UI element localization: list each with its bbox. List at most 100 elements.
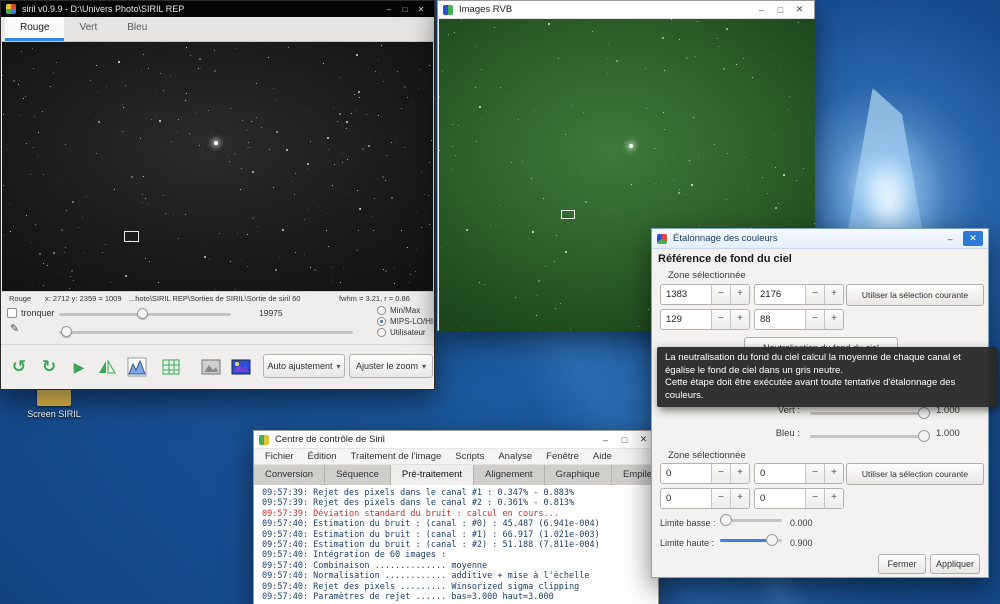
cc-tab-Pré-traitement[interactable]: Pré-traitement [390, 465, 475, 485]
fit-zoom-button[interactable]: Ajuster le zoom ▾ [349, 354, 433, 378]
use-current-selection-button-1[interactable]: Utiliser la sélection courante [846, 284, 984, 306]
display-controls: tronquer 19975 Min/Max MIPS-LO/HI Utilisat… [1, 304, 434, 344]
spin-minus-icon[interactable]: − [805, 285, 824, 304]
spin-plus-icon[interactable]: + [730, 285, 749, 304]
radio-MIPS-LO/HI[interactable]: MIPS-LO/HI [377, 316, 433, 327]
slider-knob[interactable] [918, 430, 930, 442]
cc-tab-Conversion[interactable]: Conversion [254, 465, 326, 485]
minimize-icon[interactable]: – [941, 234, 959, 244]
minimize-icon[interactable]: – [752, 5, 771, 15]
selection-rectangle[interactable] [124, 231, 139, 242]
maximize-icon[interactable]: □ [397, 5, 413, 14]
rvb-titlebar[interactable]: Images RVB – □ ✕ [438, 1, 814, 19]
close-button[interactable]: Fermer [878, 554, 926, 574]
spin-minus-icon[interactable]: − [711, 285, 730, 304]
wb-zone-w-spinbox: 0 − + [754, 463, 844, 484]
siril-main-window: siril v0.9.9 - D:\Univers Photo\SIRIL RE… [0, 0, 435, 390]
spin-plus-icon[interactable]: + [824, 489, 843, 508]
selection-rectangle[interactable] [561, 210, 575, 219]
menu-Scripts[interactable]: Scripts [448, 451, 491, 462]
slider-knob[interactable] [766, 534, 778, 546]
spin-minus-icon[interactable]: − [805, 489, 824, 508]
spin-plus-icon[interactable]: + [730, 464, 749, 483]
lo-level-slider[interactable] [59, 326, 353, 338]
grid-icon[interactable] [159, 355, 183, 379]
spin-plus-icon[interactable]: + [730, 489, 749, 508]
radio-Utilisateur[interactable]: Utilisateur [377, 327, 433, 338]
bg-zone-y-spinbox: 129 − + [660, 309, 750, 330]
display-mode-radios: Min/Max MIPS-LO/HI Utilisateur [377, 305, 433, 338]
slider-knob[interactable] [720, 514, 732, 526]
log-console[interactable]: 09:57:39: Rejet des pixels dans le canal… [254, 485, 658, 604]
flip-icon[interactable] [95, 355, 119, 379]
close-icon[interactable]: ✕ [790, 4, 809, 15]
log-line: 09:57:39: Rejet des pixels dans le canal… [262, 488, 575, 498]
color-image-icon[interactable] [229, 355, 253, 379]
high-limit-slider[interactable] [720, 534, 782, 547]
undo-icon[interactable]: ↺ [7, 355, 31, 379]
gray-image-icon[interactable] [199, 355, 223, 379]
redo-icon[interactable]: ↻ [37, 355, 61, 379]
truncate-checkbox[interactable]: tronquer [7, 308, 55, 318]
status-bar: Rouge x: 2712 y: 2359 = 1009 ...hoto\SIR… [1, 291, 434, 304]
spin-value[interactable]: 0 [755, 464, 805, 483]
spin-plus-icon[interactable]: + [824, 310, 843, 329]
spin-minus-icon[interactable]: − [805, 464, 824, 483]
minimize-icon[interactable]: – [381, 5, 397, 14]
histogram-icon[interactable] [125, 355, 149, 379]
spin-value[interactable]: 0 [755, 489, 805, 508]
cc-tab-Alignement[interactable]: Alignement [474, 465, 545, 485]
blue-slider[interactable] [810, 430, 930, 443]
dialog-titlebar[interactable]: Étalonnage des couleurs – ✕ [652, 229, 988, 249]
button-label: Appliquer [935, 559, 975, 569]
siril-titlebar[interactable]: siril v0.9.9 - D:\Univers Photo\SIRIL RE… [1, 1, 434, 17]
spin-plus-icon[interactable]: + [824, 285, 843, 304]
radio-Min/Max[interactable]: Min/Max [377, 305, 433, 316]
cc-titlebar[interactable]: Centre de contrôle de Siril – □ ✕ [254, 431, 658, 449]
cc-tab-Séquence[interactable]: Séquence [325, 465, 391, 485]
cc-tab-Graphique[interactable]: Graphique [544, 465, 612, 485]
slider-track [810, 435, 930, 438]
apply-button[interactable]: Appliquer [930, 554, 980, 574]
spin-value[interactable]: 1383 [661, 285, 711, 304]
spin-minus-icon[interactable]: − [711, 489, 730, 508]
green-slider[interactable] [810, 407, 930, 420]
wb-zone-y-spinbox: 0 − + [660, 488, 750, 509]
minimize-icon[interactable]: – [596, 435, 615, 445]
menu-Aide[interactable]: Aide [586, 451, 619, 462]
spin-minus-icon[interactable]: − [805, 310, 824, 329]
red-channel-image-canvas[interactable] [2, 42, 433, 291]
slider-knob[interactable] [137, 308, 148, 319]
spin-value[interactable]: 0 [661, 464, 711, 483]
menu-Analyse[interactable]: Analyse [491, 451, 539, 462]
auto-adjust-button[interactable]: Auto ajustement ▾ [263, 354, 345, 378]
maximize-icon[interactable]: □ [771, 5, 790, 15]
menu-Fichier[interactable]: Fichier [258, 451, 301, 462]
play-icon[interactable]: ▶ [67, 355, 91, 379]
low-limit-slider[interactable] [720, 514, 782, 527]
slider-track [810, 412, 930, 415]
spin-value[interactable]: 129 [661, 310, 711, 329]
menu-Traitement de l'image[interactable]: Traitement de l'image [344, 451, 449, 462]
button-label: Utiliser la sélection courante [861, 469, 969, 479]
close-icon[interactable]: ✕ [413, 5, 429, 14]
menu-Édition[interactable]: Édition [301, 451, 344, 462]
slider-knob[interactable] [918, 407, 930, 419]
menu-Fenêtre[interactable]: Fenêtre [539, 451, 586, 462]
spin-minus-icon[interactable]: − [711, 310, 730, 329]
maximize-icon[interactable]: □ [615, 435, 634, 445]
slider-knob[interactable] [61, 326, 72, 337]
spin-value[interactable]: 0 [661, 489, 711, 508]
spin-value[interactable]: 88 [755, 310, 805, 329]
use-current-selection-button-2[interactable]: Utiliser la sélection courante [846, 463, 984, 485]
hi-level-slider[interactable] [59, 308, 231, 320]
spin-plus-icon[interactable]: + [824, 464, 843, 483]
spin-plus-icon[interactable]: + [730, 310, 749, 329]
channel-tab-bleu[interactable]: Bleu [112, 17, 162, 41]
spin-minus-icon[interactable]: − [711, 464, 730, 483]
channel-tab-rouge[interactable]: Rouge [5, 17, 65, 41]
spin-value[interactable]: 2176 [755, 285, 805, 304]
channel-tab-vert[interactable]: Vert [64, 17, 112, 41]
close-icon[interactable]: ✕ [963, 231, 983, 246]
chevron-down-icon: ▾ [336, 361, 341, 371]
